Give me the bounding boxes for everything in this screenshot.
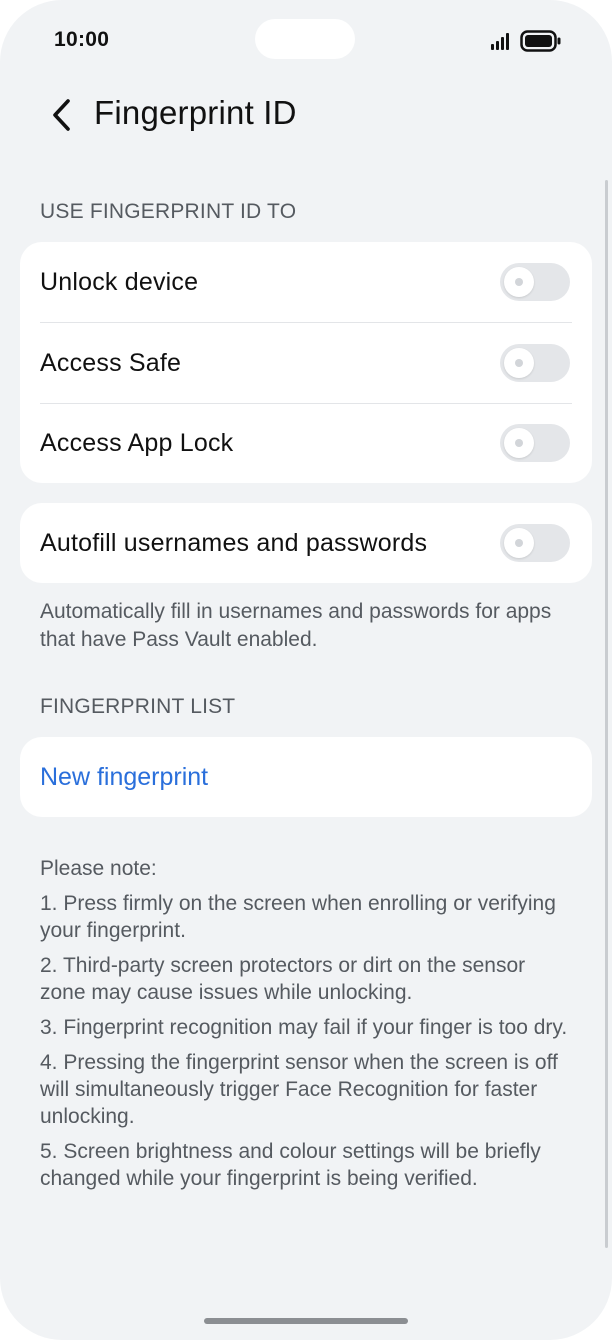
camera-pill bbox=[255, 19, 355, 59]
autofill-helper-text: Automatically fill in usernames and pass… bbox=[40, 600, 552, 651]
notes: Please note: 1. Press firmly on the scre… bbox=[40, 855, 570, 1192]
autofill-card: Autofill usernames and passwords bbox=[20, 503, 592, 583]
note-item: 3. Fingerprint recognition may fail if y… bbox=[40, 1016, 568, 1039]
unlock-device-toggle[interactable] bbox=[500, 263, 570, 301]
toggle-knob bbox=[504, 428, 534, 458]
row-label: Autofill usernames and passwords bbox=[40, 529, 428, 557]
row-autofill[interactable]: Autofill usernames and passwords bbox=[20, 503, 592, 583]
note-item: 5. Screen brightness and colour settings… bbox=[40, 1140, 541, 1190]
access-safe-toggle[interactable] bbox=[500, 344, 570, 382]
back-button[interactable] bbox=[40, 92, 84, 138]
row-unlock-device[interactable]: Unlock device bbox=[20, 242, 592, 322]
status-time: 10:00 bbox=[54, 28, 110, 51]
section-header-fingerprint-list: FINGERPRINT LIST bbox=[40, 695, 236, 718]
row-label: Unlock device bbox=[40, 268, 199, 296]
toggle-knob bbox=[504, 528, 534, 558]
page-title: Fingerprint ID bbox=[94, 94, 297, 131]
row-label: Access Safe bbox=[40, 349, 182, 377]
signal-icon bbox=[491, 33, 509, 50]
phone-screen: 10:00 Fingerprint ID USE FINGERPRINT ID … bbox=[0, 0, 612, 1340]
note-item: 1. Press firmly on the screen when enrol… bbox=[40, 892, 556, 942]
row-label: Access App Lock bbox=[40, 429, 234, 457]
autofill-toggle[interactable] bbox=[500, 524, 570, 562]
note-item: 2. Third-party screen protectors or dirt… bbox=[40, 954, 526, 1004]
chevron-left-icon bbox=[53, 99, 70, 131]
home-indicator[interactable] bbox=[204, 1318, 408, 1324]
row-access-app-lock[interactable]: Access App Lock bbox=[20, 403, 592, 483]
battery-icon bbox=[520, 30, 561, 52]
use-card: Unlock device Access Safe Access App Loc… bbox=[20, 242, 592, 483]
note-item: 4. Pressing the fingerprint sensor when … bbox=[40, 1051, 558, 1128]
status-icons bbox=[490, 29, 562, 53]
section-header-use: USE FINGERPRINT ID TO bbox=[40, 200, 297, 223]
access-app-lock-toggle[interactable] bbox=[500, 424, 570, 462]
row-access-safe[interactable]: Access Safe bbox=[20, 323, 592, 403]
toggle-knob bbox=[504, 267, 534, 297]
new-fingerprint-button[interactable]: New fingerprint bbox=[20, 737, 592, 817]
toggle-knob bbox=[504, 348, 534, 378]
fingerprint-list-card: New fingerprint bbox=[20, 737, 592, 817]
scrollbar[interactable] bbox=[605, 180, 608, 1248]
notes-title: Please note: bbox=[40, 857, 157, 880]
new-fingerprint-label: New fingerprint bbox=[40, 763, 209, 791]
